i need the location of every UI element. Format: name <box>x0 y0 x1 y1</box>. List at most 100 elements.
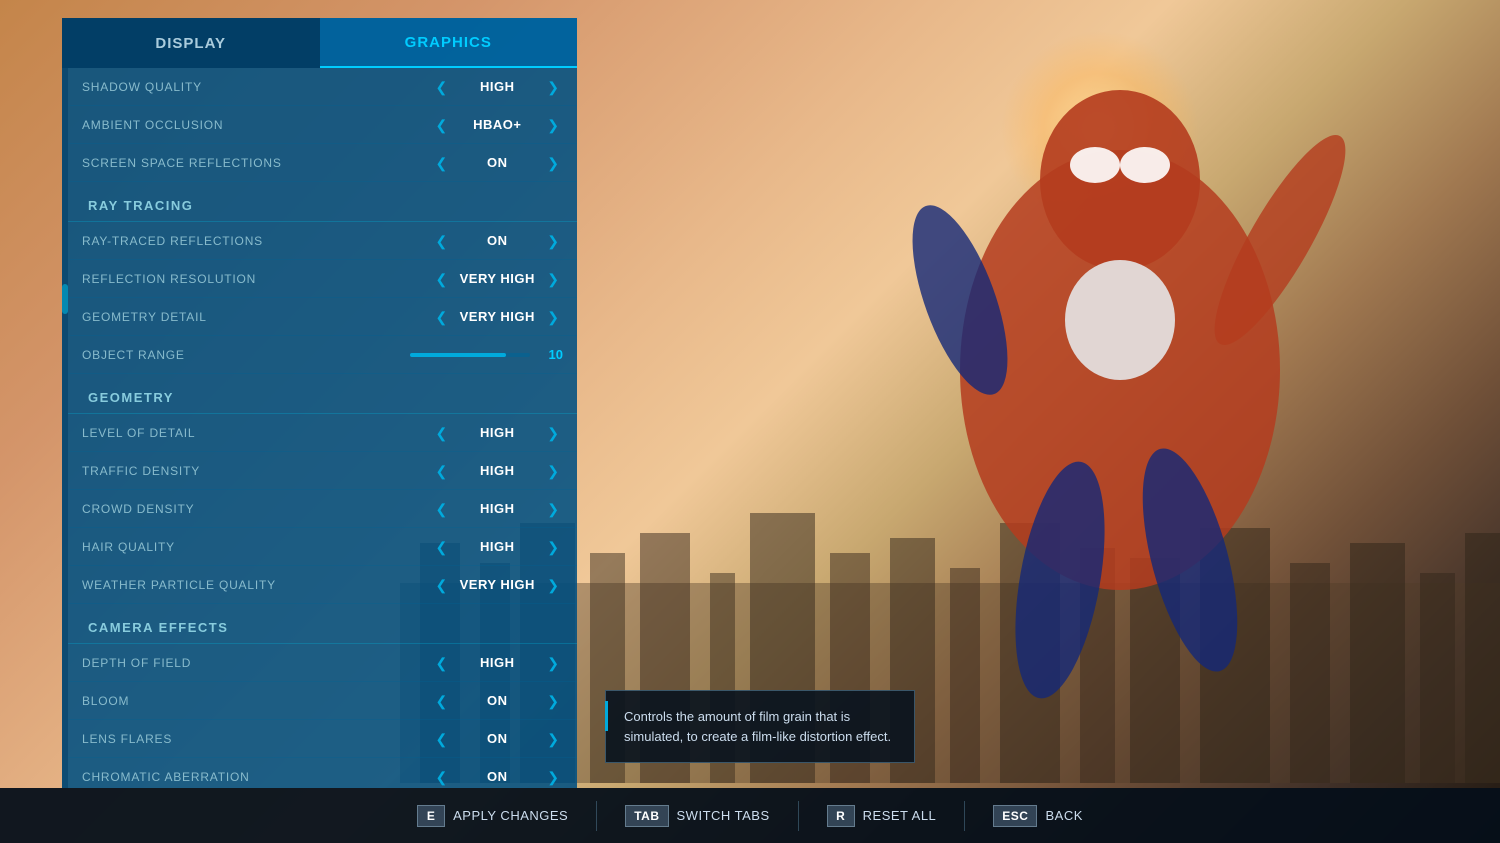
setting-traffic-density: TRAFFIC DENSITY ❮ HIGH ❯ <box>68 452 577 490</box>
setting-geometry-detail: GEOMETRY DETAIL ❮ VERY HIGH ❯ <box>68 298 577 336</box>
value-control: ❮ HIGH ❯ <box>432 78 563 96</box>
prev-arrow[interactable]: ❮ <box>432 538 452 556</box>
prev-arrow[interactable]: ❮ <box>432 654 452 672</box>
setting-value: VERY HIGH <box>457 577 537 592</box>
setting-value: ON <box>457 769 537 784</box>
setting-label: LENS FLARES <box>82 732 432 746</box>
prev-arrow[interactable]: ❮ <box>432 232 452 250</box>
section-camera-effects: CAMERA EFFECTS <box>68 608 577 644</box>
slider-fill <box>410 353 506 357</box>
prev-arrow[interactable]: ❮ <box>432 730 452 748</box>
setting-label: WEATHER PARTICLE QUALITY <box>82 578 432 592</box>
prev-arrow[interactable]: ❮ <box>432 78 452 96</box>
next-arrow[interactable]: ❯ <box>543 154 563 172</box>
apply-changes-btn[interactable]: E APPLY CHANGES <box>417 805 568 827</box>
setting-value: VERY HIGH <box>457 309 537 324</box>
section-ray-tracing: RAY TRACING <box>68 186 577 222</box>
setting-ambient-occlusion: AMBIENT OCCLUSION ❮ HBAO+ ❯ <box>68 106 577 144</box>
setting-bloom: BLOOM ❮ ON ❯ <box>68 682 577 720</box>
prev-arrow[interactable]: ❮ <box>432 270 452 288</box>
scroll-thumb <box>62 284 68 314</box>
value-control: ❮ VERY HIGH ❯ <box>432 576 563 594</box>
tab-graphics[interactable]: GRAPHICS <box>320 18 578 68</box>
value-control: ❮ ON ❯ <box>432 768 563 786</box>
scroll-indicator <box>62 68 68 788</box>
setting-value: HIGH <box>457 539 537 554</box>
prev-arrow[interactable]: ❮ <box>432 308 452 326</box>
setting-value: ON <box>457 693 537 708</box>
next-arrow[interactable]: ❯ <box>543 270 563 288</box>
tab-display[interactable]: DISPLAY <box>62 18 320 68</box>
back-btn[interactable]: ESC BACK <box>993 805 1083 827</box>
setting-label: AMBIENT OCCLUSION <box>82 118 432 132</box>
tooltip-text: Controls the amount of film grain that i… <box>624 709 891 744</box>
prev-arrow[interactable]: ❮ <box>432 424 452 442</box>
setting-crowd-density: CROWD DENSITY ❮ HIGH ❯ <box>68 490 577 528</box>
value-control: ❮ HIGH ❯ <box>432 500 563 518</box>
slider-control: 10 <box>410 347 563 362</box>
value-control: ❮ VERY HIGH ❯ <box>432 270 563 288</box>
value-control: ❮ HIGH ❯ <box>432 538 563 556</box>
next-arrow[interactable]: ❯ <box>543 500 563 518</box>
prev-arrow[interactable]: ❮ <box>432 576 452 594</box>
next-arrow[interactable]: ❯ <box>543 730 563 748</box>
setting-ray-traced-reflections: RAY-TRACED REFLECTIONS ❮ ON ❯ <box>68 222 577 260</box>
setting-value: HIGH <box>457 655 537 670</box>
back-label: BACK <box>1045 808 1082 823</box>
setting-weather-particle: WEATHER PARTICLE QUALITY ❮ VERY HIGH ❯ <box>68 566 577 604</box>
tooltip-box: Controls the amount of film grain that i… <box>605 690 915 763</box>
next-arrow[interactable]: ❯ <box>543 576 563 594</box>
value-control: ❮ HIGH ❯ <box>432 462 563 480</box>
setting-value: ON <box>457 731 537 746</box>
switch-tabs-btn[interactable]: TAB SWITCH TABS <box>625 805 769 827</box>
setting-value: ON <box>457 233 537 248</box>
value-control: ❮ VERY HIGH ❯ <box>432 308 563 326</box>
setting-label: REFLECTION RESOLUTION <box>82 272 432 286</box>
setting-label: DEPTH OF FIELD <box>82 656 432 670</box>
prev-arrow[interactable]: ❮ <box>432 768 452 786</box>
setting-label: CHROMATIC ABERRATION <box>82 770 432 784</box>
reset-all-btn[interactable]: R RESET ALL <box>827 805 937 827</box>
setting-lens-flares: LENS FLARES ❮ ON ❯ <box>68 720 577 758</box>
separator <box>596 801 597 831</box>
setting-label: TRAFFIC DENSITY <box>82 464 432 478</box>
tab-bar: DISPLAY GRAPHICS <box>62 18 577 68</box>
setting-label: BLOOM <box>82 694 432 708</box>
setting-depth-of-field: DEPTH OF FIELD ❮ HIGH ❯ <box>68 644 577 682</box>
setting-value: HIGH <box>457 79 537 94</box>
key-r: R <box>827 805 855 827</box>
next-arrow[interactable]: ❯ <box>543 424 563 442</box>
setting-value: ON <box>457 155 537 170</box>
value-control: ❮ ON ❯ <box>432 232 563 250</box>
setting-reflection-resolution: REFLECTION RESOLUTION ❮ VERY HIGH ❯ <box>68 260 577 298</box>
next-arrow[interactable]: ❯ <box>543 768 563 786</box>
settings-list[interactable]: SHADOW QUALITY ❮ HIGH ❯ AMBIENT OCCLUSIO… <box>62 68 577 788</box>
prev-arrow[interactable]: ❮ <box>432 116 452 134</box>
setting-label: RAY-TRACED REFLECTIONS <box>82 234 432 248</box>
apply-label: APPLY CHANGES <box>453 808 568 823</box>
spiderman-figure <box>800 20 1450 720</box>
next-arrow[interactable]: ❯ <box>543 116 563 134</box>
next-arrow[interactable]: ❯ <box>543 232 563 250</box>
prev-arrow[interactable]: ❮ <box>432 500 452 518</box>
next-arrow[interactable]: ❯ <box>543 308 563 326</box>
setting-hair-quality: HAIR QUALITY ❮ HIGH ❯ <box>68 528 577 566</box>
next-arrow[interactable]: ❯ <box>543 692 563 710</box>
prev-arrow[interactable]: ❮ <box>432 154 452 172</box>
next-arrow[interactable]: ❯ <box>543 654 563 672</box>
slider-track[interactable] <box>410 353 530 357</box>
next-arrow[interactable]: ❯ <box>543 462 563 480</box>
value-control: ❮ ON ❯ <box>432 730 563 748</box>
key-e: E <box>417 805 445 827</box>
next-arrow[interactable]: ❯ <box>543 538 563 556</box>
setting-value: HIGH <box>457 501 537 516</box>
setting-shadow-quality: SHADOW QUALITY ❮ HIGH ❯ <box>68 68 577 106</box>
setting-value: HIGH <box>457 425 537 440</box>
section-geometry: GEOMETRY <box>68 378 577 414</box>
next-arrow[interactable]: ❯ <box>543 78 563 96</box>
bottom-bar: E APPLY CHANGES TAB SWITCH TABS R RESET … <box>0 788 1500 843</box>
value-control: ❮ HIGH ❯ <box>432 424 563 442</box>
prev-arrow[interactable]: ❮ <box>432 462 452 480</box>
prev-arrow[interactable]: ❮ <box>432 692 452 710</box>
setting-level-of-detail: LEVEL OF DETAIL ❮ HIGH ❯ <box>68 414 577 452</box>
